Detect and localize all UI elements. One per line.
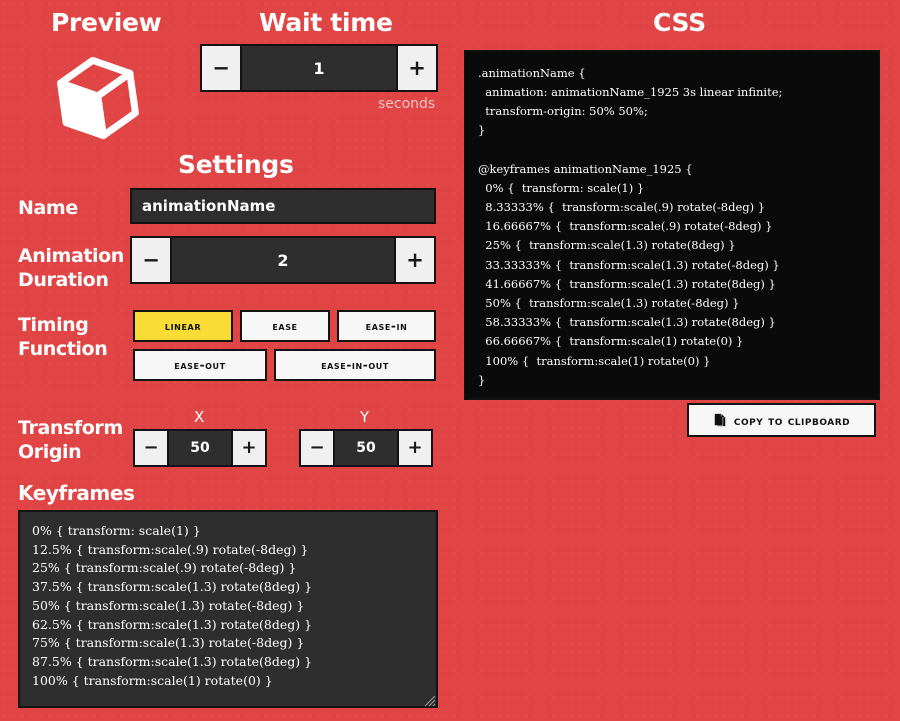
keyframes-label: Keyframes — [18, 481, 135, 505]
clipboard-icon — [713, 413, 727, 427]
animation-duration-stepper: − 2 + — [130, 236, 436, 284]
origin-y-increment-button[interactable]: + — [397, 431, 431, 465]
animation-duration-label: Animation Duration — [18, 245, 124, 291]
copy-button-label: COPY TO CLIPBOARD — [733, 412, 851, 428]
wait-time-decrement-button[interactable]: − — [202, 46, 242, 90]
duration-increment-button[interactable]: + — [394, 238, 434, 282]
origin-x-value[interactable]: 50 — [169, 431, 231, 465]
timing-button-ease-in[interactable]: EASE-IN — [337, 310, 436, 342]
copy-to-clipboard-button[interactable]: COPY TO CLIPBOARD — [687, 403, 876, 437]
timing-button-ease-in-out[interactable]: EASE-IN-OUT — [274, 349, 436, 381]
timing-button-ease[interactable]: EASE — [240, 310, 330, 342]
transform-origin-x-axis-label: X — [194, 408, 205, 426]
css-panel-title: CSS — [653, 8, 706, 37]
origin-x-increment-button[interactable]: + — [231, 431, 265, 465]
timing-function-button-group: LINEAR EASE EASE-IN EASE-OUT EASE-IN-OUT — [133, 310, 436, 381]
wait-time-unit-label: seconds — [378, 96, 436, 112]
cube-icon — [48, 46, 148, 146]
duration-value[interactable]: 2 — [172, 238, 394, 282]
origin-x-decrement-button[interactable]: − — [135, 431, 169, 465]
keyframes-input[interactable]: 0% { transform: scale(1) } 12.5% { trans… — [18, 510, 438, 708]
transform-origin-label: Transform Origin — [18, 417, 123, 463]
css-output-code: .animationName { animation: animationNam… — [464, 49, 880, 400]
origin-y-decrement-button[interactable]: − — [301, 431, 335, 465]
animation-name-input[interactable] — [130, 188, 436, 224]
origin-y-value[interactable]: 50 — [335, 431, 397, 465]
settings-title: Settings — [178, 150, 294, 179]
wait-time-value[interactable]: 1 — [242, 46, 396, 90]
wait-time-stepper: − 1 + — [200, 44, 438, 92]
timing-button-linear[interactable]: LINEAR — [133, 310, 233, 342]
duration-decrement-button[interactable]: − — [132, 238, 172, 282]
preview-title: Preview — [51, 8, 162, 37]
name-label: Name — [18, 197, 78, 219]
wait-time-title: Wait time — [259, 8, 393, 37]
wait-time-increment-button[interactable]: + — [396, 46, 436, 90]
timing-button-ease-out[interactable]: EASE-OUT — [133, 349, 267, 381]
timing-function-label: Timing Function — [18, 314, 108, 360]
transform-origin-x-stepper: − 50 + — [133, 429, 267, 467]
transform-origin-y-stepper: − 50 + — [299, 429, 433, 467]
transform-origin-y-axis-label: Y — [360, 408, 370, 426]
